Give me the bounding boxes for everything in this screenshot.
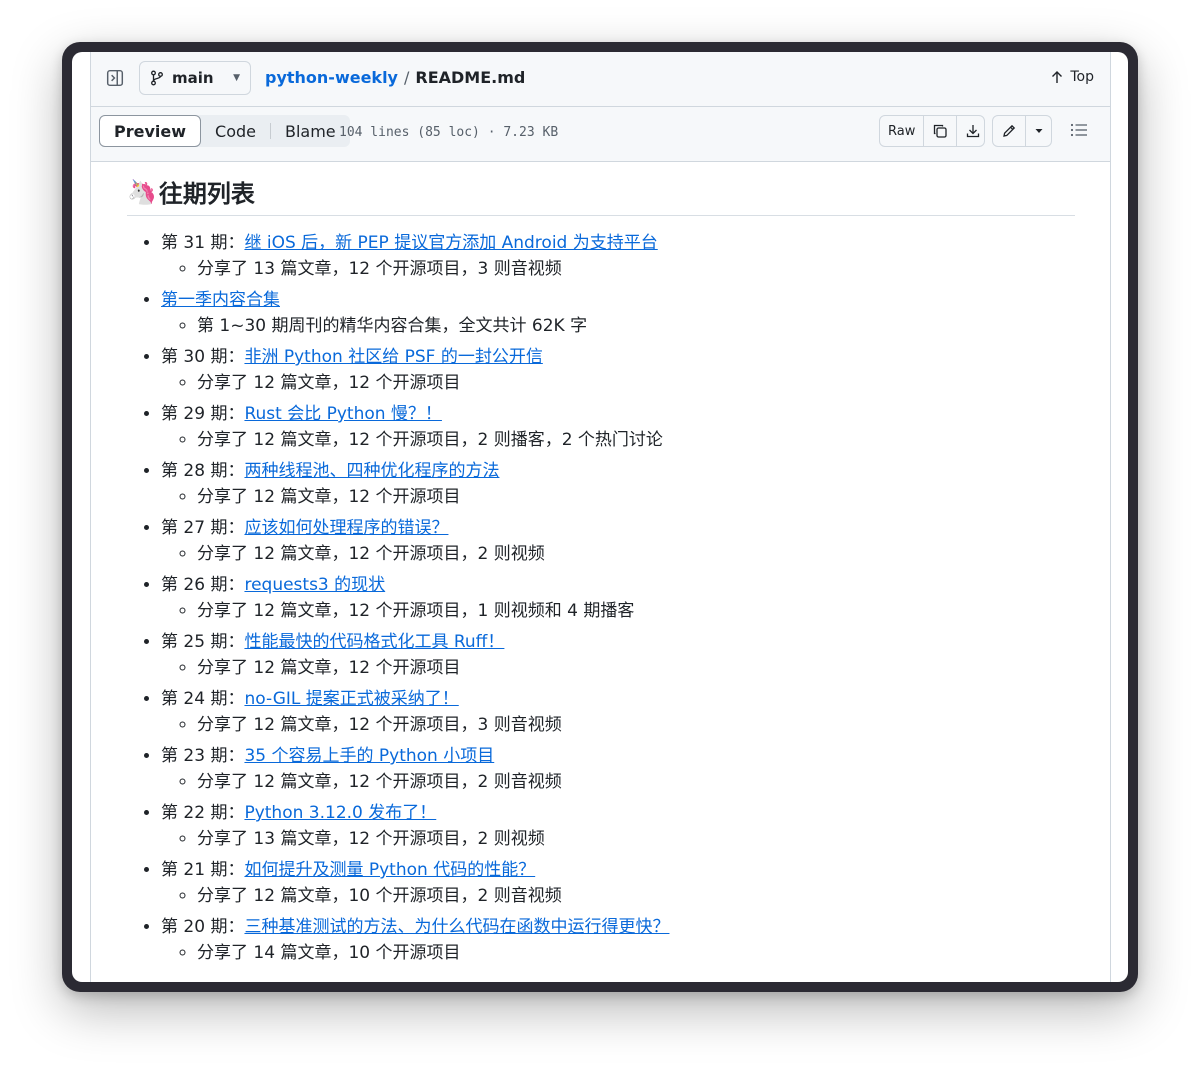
list-icon[interactable] xyxy=(1070,122,1088,138)
heading-text: 往期列表 xyxy=(158,180,255,208)
issue-title-link[interactable]: Rust 会比 Python 慢？！ xyxy=(244,404,441,424)
breadcrumb-separator: / xyxy=(403,68,410,87)
issue-list: 第 31 期：继 iOS 后，新 PEP 提议官方添加 Android 为支持平… xyxy=(127,230,1075,966)
side-panel-toggle-icon[interactable] xyxy=(105,68,125,88)
breadcrumb-repo-link[interactable]: python-weekly xyxy=(265,68,398,87)
top-button[interactable]: Top xyxy=(1050,69,1094,85)
issue-summary: 分享了 12 篇文章，12 个开源项目，2 则视频 xyxy=(197,541,1075,567)
issue-item: 第 24 期：no-GIL 提案正式被采纳了！ 分享了 12 篇文章，12 个开源… xyxy=(161,686,1075,738)
issue-summary: 分享了 13 篇文章，12 个开源项目，3 则音视频 xyxy=(197,256,1075,282)
file-meta: 104 lines (85 loc) · 7.23 KB xyxy=(339,125,559,140)
download-icon[interactable] xyxy=(956,116,984,146)
issue-summary-list: 分享了 12 篇文章，12 个开源项目，2 则播客，2 个热门讨论 xyxy=(161,427,1075,453)
tab-code[interactable]: Code xyxy=(201,115,270,147)
issue-number: 第 23 期： xyxy=(161,746,245,766)
issue-title-link[interactable]: 非洲 Python 社区给 PSF 的一封公开信 xyxy=(244,347,542,367)
issue-number: 第 26 期： xyxy=(161,575,245,595)
issue-item: 第 20 期：三种基准测试的方法、为什么代码在函数中运行得更快？ 分享了 14 篇… xyxy=(161,914,1075,966)
issue-summary-list: 分享了 12 篇文章，12 个开源项目，2 则音视频 xyxy=(161,769,1075,795)
issue-summary: 分享了 12 篇文章，10 个开源项目，2 则音视频 xyxy=(197,883,1075,909)
raw-actions-group: Raw xyxy=(879,115,985,147)
browser-viewport: main ▼ python-weekly / README.md Top Pre… xyxy=(72,52,1128,982)
issue-number: 第 25 期： xyxy=(161,632,245,652)
copy-icon[interactable] xyxy=(923,116,956,146)
issue-number: 第 29 期： xyxy=(161,404,245,424)
arrow-up-icon xyxy=(1050,70,1064,84)
issue-title-link[interactable]: 35 个容易上手的 Python 小项目 xyxy=(244,746,494,766)
issue-summary-list: 分享了 13 篇文章，12 个开源项目，2 则视频 xyxy=(161,826,1075,852)
issue-title-link[interactable]: 继 iOS 后，新 PEP 提议官方添加 Android 为支持平台 xyxy=(244,233,657,253)
issue-summary: 分享了 13 篇文章，12 个开源项目，2 则视频 xyxy=(197,826,1075,852)
file-header: main ▼ python-weekly / README.md Top xyxy=(91,52,1110,107)
file-toolbar: Preview Code Blame 104 lines (85 loc) · … xyxy=(91,107,1110,162)
issue-item: 第 31 期：继 iOS 后，新 PEP 提议官方添加 Android 为支持平… xyxy=(161,230,1075,282)
issue-number: 第 21 期： xyxy=(161,860,245,880)
issue-title-link[interactable]: requests3 的现状 xyxy=(244,575,385,595)
issue-summary: 分享了 12 篇文章，12 个开源项目，2 则音视频 xyxy=(197,769,1075,795)
issue-title-link[interactable]: 三种基准测试的方法、为什么代码在函数中运行得更快？ xyxy=(244,917,669,937)
issue-summary-list: 分享了 12 篇文章，12 个开源项目 xyxy=(161,484,1075,510)
issue-summary: 分享了 14 篇文章，10 个开源项目 xyxy=(197,940,1075,966)
breadcrumb: python-weekly / README.md xyxy=(265,68,525,87)
issue-item: 第一季内容合集第 1~30 期周刊的精华内容合集，全文共计 62K 字 xyxy=(161,287,1075,339)
tab-blame[interactable]: Blame xyxy=(271,115,350,147)
issue-summary: 分享了 12 篇文章，12 个开源项目 xyxy=(197,484,1075,510)
issue-summary: 分享了 12 篇文章，12 个开源项目 xyxy=(197,370,1075,396)
issue-summary-list: 分享了 12 篇文章，12 个开源项目，1 则视频和 4 期播客 xyxy=(161,598,1075,624)
breadcrumb-file-name: README.md xyxy=(415,68,526,87)
issue-title-link[interactable]: 第一季内容合集 xyxy=(161,290,280,310)
issue-summary-list: 分享了 12 篇文章，12 个开源项目 xyxy=(161,655,1075,681)
issue-item: 第 22 期：Python 3.12.0 发布了！ 分享了 13 篇文章，12 个… xyxy=(161,800,1075,852)
issue-summary: 第 1~30 期周刊的精华内容合集，全文共计 62K 字 xyxy=(197,313,1075,339)
issue-number: 第 22 期： xyxy=(161,803,245,823)
issue-number: 第 20 期： xyxy=(161,917,245,937)
issue-title-link[interactable]: 性能最快的代码格式化工具 Ruff！ xyxy=(244,632,504,652)
raw-button[interactable]: Raw xyxy=(880,116,923,146)
issue-title-link[interactable]: Python 3.12.0 发布了！ xyxy=(244,803,436,823)
issue-summary: 分享了 12 篇文章，12 个开源项目，2 则播客，2 个热门讨论 xyxy=(197,427,1075,453)
issue-summary-list: 分享了 12 篇文章，12 个开源项目 xyxy=(161,370,1075,396)
issue-summary-list: 分享了 12 篇文章，12 个开源项目，3 则音视频 xyxy=(161,712,1075,738)
issue-item: 第 25 期：性能最快的代码格式化工具 Ruff！ 分享了 12 篇文章，12 个… xyxy=(161,629,1075,681)
edit-actions-group xyxy=(992,115,1052,147)
issue-number: 第 28 期： xyxy=(161,461,245,481)
issue-summary: 分享了 12 篇文章，12 个开源项目，1 则视频和 4 期播客 xyxy=(197,598,1075,624)
issue-summary: 分享了 12 篇文章，12 个开源项目，3 则音视频 xyxy=(197,712,1075,738)
issue-number: 第 31 期： xyxy=(161,233,245,253)
issue-summary-list: 分享了 13 篇文章，12 个开源项目，3 则音视频 xyxy=(161,256,1075,282)
app-window: main ▼ python-weekly / README.md Top Pre… xyxy=(62,42,1138,992)
issue-item: 第 21 期：如何提升及测量 Python 代码的性能？ 分享了 12 篇文章，1… xyxy=(161,857,1075,909)
issue-title-link[interactable]: 如何提升及测量 Python 代码的性能？ xyxy=(244,860,535,880)
branch-name: main xyxy=(172,69,214,87)
pencil-icon[interactable] xyxy=(993,116,1025,146)
issue-summary-list: 分享了 12 篇文章，10 个开源项目，2 则音视频 xyxy=(161,883,1075,909)
issue-summary-list: 分享了 14 篇文章，10 个开源项目 xyxy=(161,940,1075,966)
git-branch-icon xyxy=(150,70,164,86)
markdown-body: 🦄 往期列表 第 31 期：继 iOS 后，新 PEP 提议官方添加 Andro… xyxy=(127,162,1075,971)
branch-selector-button[interactable]: main ▼ xyxy=(139,61,251,95)
issue-item: 第 30 期：非洲 Python 社区给 PSF 的一封公开信分享了 12 篇文… xyxy=(161,344,1075,396)
issue-title-link[interactable]: 两种线程池、四种优化程序的方法 xyxy=(244,461,499,481)
issue-number: 第 30 期： xyxy=(161,347,245,367)
chevron-down-icon: ▼ xyxy=(233,73,240,83)
top-label: Top xyxy=(1070,69,1094,85)
issue-summary-list: 分享了 12 篇文章，12 个开源项目，2 则视频 xyxy=(161,541,1075,567)
tab-preview[interactable]: Preview xyxy=(99,115,202,147)
issue-item: 第 23 期：35 个容易上手的 Python 小项目分享了 12 篇文章，12… xyxy=(161,743,1075,795)
issue-title-link[interactable]: 应该如何处理程序的错误？ xyxy=(244,518,448,538)
chevron-down-icon[interactable] xyxy=(1025,116,1051,146)
issue-title-link[interactable]: no-GIL 提案正式被采纳了！ xyxy=(244,689,458,709)
issue-number: 第 24 期： xyxy=(161,689,245,709)
issue-item: 第 26 期：requests3 的现状分享了 12 篇文章，12 个开源项目，… xyxy=(161,572,1075,624)
issue-item: 第 29 期：Rust 会比 Python 慢？！ 分享了 12 篇文章，12 个… xyxy=(161,401,1075,453)
unicorn-icon: 🦄 xyxy=(127,177,157,206)
file-view: main ▼ python-weekly / README.md Top Pre… xyxy=(90,52,1111,982)
issue-item: 第 27 期：应该如何处理程序的错误？ 分享了 12 篇文章，12 个开源项目，2… xyxy=(161,515,1075,567)
view-mode-tabs: Preview Code Blame xyxy=(99,115,350,147)
issue-summary-list: 第 1~30 期周刊的精华内容合集，全文共计 62K 字 xyxy=(161,313,1075,339)
issue-number: 第 27 期： xyxy=(161,518,245,538)
issue-summary: 分享了 12 篇文章，12 个开源项目 xyxy=(197,655,1075,681)
section-heading: 🦄 往期列表 xyxy=(127,162,1075,216)
issue-item: 第 28 期：两种线程池、四种优化程序的方法分享了 12 篇文章，12 个开源项… xyxy=(161,458,1075,510)
